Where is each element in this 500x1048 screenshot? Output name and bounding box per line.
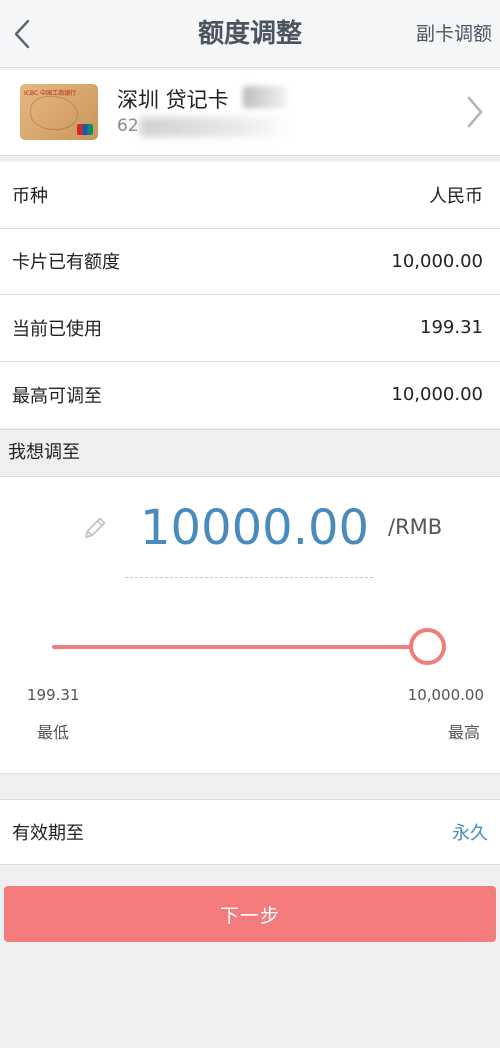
card-selector[interactable]: ICBC 中国工商银行 深圳 贷记卡 62 — [0, 70, 500, 156]
card-name-mask — [243, 86, 287, 108]
currency-unit: /RMB — [388, 515, 443, 539]
slider-min-value: 199.31 — [27, 686, 80, 704]
slider-max-value: 10,000.00 — [407, 686, 484, 704]
back-button[interactable] — [0, 0, 44, 68]
limit-info-list: 币种 人民币 卡片已有额度 10,000.00 当前已使用 199.31 最高可… — [0, 162, 500, 428]
currency-row: 币种 人民币 — [0, 162, 500, 229]
current-limit-value: 10,000.00 — [391, 250, 483, 272]
current-limit-row: 卡片已有额度 10,000.00 — [0, 229, 500, 295]
supplementary-card-adjust-link[interactable]: 副卡调额 — [416, 0, 492, 68]
amount-underline — [125, 577, 373, 578]
max-adjustable-row: 最高可调至 10,000.00 — [0, 362, 500, 429]
currency-label: 币种 — [12, 185, 48, 207]
pencil-icon[interactable] — [80, 513, 110, 543]
max-adjustable-label: 最高可调至 — [12, 385, 102, 407]
slider-max-label: 最高 — [447, 723, 480, 742]
unionpay-logo-icon — [77, 124, 93, 135]
slider-thumb[interactable] — [408, 628, 446, 665]
current-limit-label: 卡片已有额度 — [12, 252, 120, 274]
card-number-mask — [140, 117, 290, 137]
used-amount-label: 当前已使用 — [12, 318, 102, 340]
card-name: 深圳 贷记卡 — [117, 88, 229, 112]
adjust-panel: 10000.00 /RMB 199.31 10,000.00 最低 最高 — [0, 477, 500, 774]
card-map-pattern — [30, 96, 78, 130]
credit-card-image: ICBC 中国工商银行 — [20, 84, 98, 140]
used-amount-row: 当前已使用 199.31 — [0, 295, 500, 362]
target-amount-input[interactable]: 10000.00 — [140, 499, 369, 557]
chevron-right-icon — [467, 96, 483, 128]
max-adjustable-value: 10,000.00 — [391, 384, 483, 406]
expiry-value[interactable]: 永久 — [452, 819, 488, 845]
slider-track[interactable] — [52, 645, 427, 649]
expiry-label: 有效期至 — [12, 823, 84, 844]
limit-slider[interactable] — [52, 627, 447, 667]
chevron-left-icon — [14, 19, 30, 49]
slider-min-label: 最低 — [37, 723, 70, 742]
expiry-row[interactable]: 有效期至 永久 — [0, 799, 500, 865]
adjust-section-title: 我想调至 — [0, 429, 500, 477]
card-number: 62 — [117, 116, 139, 136]
next-step-button[interactable]: 下一步 — [4, 886, 496, 942]
used-amount-value: 199.31 — [420, 317, 483, 339]
currency-value: 人民币 — [429, 185, 483, 207]
nav-header: 额度调整 副卡调额 — [0, 0, 500, 68]
